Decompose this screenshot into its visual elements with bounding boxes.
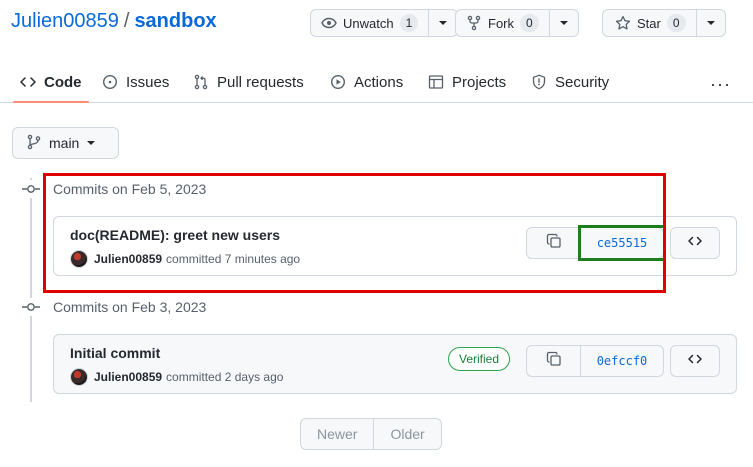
fork-label: Fork [488,15,514,31]
repo-separator: / [123,10,130,32]
older-button[interactable]: Older [374,419,440,449]
fork-button[interactable]: Fork 0 [456,10,550,36]
repo-owner-link[interactable]: Julien00859 [11,10,119,32]
shield-icon [531,74,547,90]
repo-nav-tabs: Code Issues Pull requests Actions Projec… [0,62,753,103]
browse-files-button[interactable] [670,227,720,259]
commit-sha-text: 0efccf0 [596,354,648,368]
watch-count: 1 [399,14,419,32]
caret-down-icon [87,141,96,145]
copy-sha-button[interactable] [527,346,581,376]
tab-actions-label: Actions [354,73,404,91]
fork-dropdown-button[interactable] [550,10,578,36]
copy-icon [546,351,562,372]
commit-node-icon [22,180,40,198]
commit-meta: Julien00859 committed 2 days ago [70,368,283,386]
commit-time: committed 2 days ago [166,370,284,384]
sha-button-group: 0efccf0 [526,345,664,377]
pull-request-icon [193,74,209,90]
repo-header: Julien00859/sandbox Unwatch 1 Fork 0 Sta… [0,0,753,103]
branch-icon [27,134,41,153]
caret-down-icon [439,21,448,25]
tab-pull-requests[interactable]: Pull requests [193,62,304,102]
tab-security-label: Security [555,73,610,91]
newer-button[interactable]: Newer [301,419,375,449]
commit-group-heading: Commits on Feb 3, 2023 [53,299,207,315]
highlight-commit-box [43,173,666,293]
tab-code[interactable]: Code [13,62,88,103]
fork-icon [466,15,482,31]
pagination: Newer Older [300,418,442,450]
verified-badge[interactable]: Verified [448,347,511,371]
caret-down-icon [559,21,568,25]
tab-security[interactable]: Security [531,62,609,102]
tab-actions[interactable]: Actions [330,62,403,102]
star-button[interactable]: Star 0 [603,10,697,36]
commit-author-link[interactable]: Julien00859 [94,370,162,384]
watch-dropdown-button[interactable] [429,10,457,36]
star-dropdown-button[interactable] [697,10,725,36]
issue-icon [102,74,118,90]
repo-title: Julien00859/sandbox [11,10,217,33]
star-button-group: Star 0 [602,9,726,37]
timeline-line [30,178,32,402]
watch-label: Unwatch [343,15,394,31]
fork-button-group: Fork 0 [455,9,579,37]
star-label: Star [637,15,661,31]
commit-sha-link[interactable]: 0efccf0 [581,346,663,376]
fork-count: 0 [520,14,539,32]
tab-pull-requests-label: Pull requests [217,73,304,91]
branch-label: main [49,135,80,151]
tab-issues-label: Issues [126,73,170,91]
tab-projects[interactable]: Projects [428,62,506,102]
watch-button-group: Unwatch 1 [310,9,459,37]
code-icon [687,351,703,372]
browse-files-button[interactable] [670,345,720,377]
star-count: 0 [666,14,686,32]
commit-node-icon [22,298,40,316]
tab-code-label: Code [44,73,82,91]
code-icon [687,233,703,254]
tab-projects-label: Projects [452,73,507,91]
repo-name-link[interactable]: sandbox [134,10,216,32]
more-tabs-button[interactable]: ··· [710,74,731,95]
branch-selector[interactable]: main [12,127,119,159]
caret-down-icon [706,21,715,25]
watch-button[interactable]: Unwatch 1 [311,10,430,36]
code-icon [20,74,36,90]
star-icon [615,15,631,31]
avatar[interactable] [70,368,88,386]
table-icon [428,74,444,90]
eye-icon [321,15,337,31]
commit-title-link[interactable]: Initial commit [70,345,160,361]
play-icon [330,74,346,90]
tab-issues[interactable]: Issues [102,62,169,102]
commit-item: Initial commit Julien00859 committed 2 d… [53,334,737,394]
